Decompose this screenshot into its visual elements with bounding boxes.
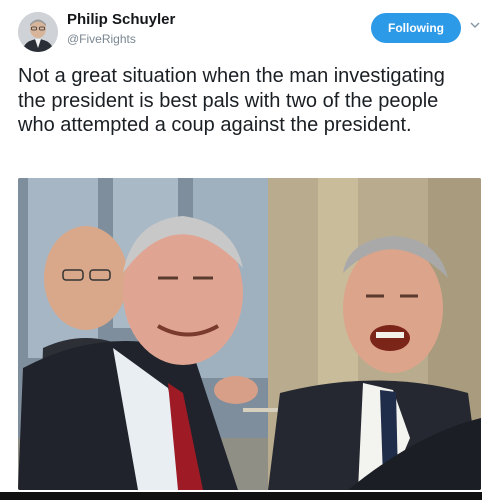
user-handle[interactable]: @FiveRights (67, 32, 136, 46)
avatar-image (18, 12, 58, 52)
following-button[interactable]: Following (371, 13, 461, 43)
bottom-edge (0, 492, 482, 500)
photo-image (18, 178, 481, 490)
tweet-text: Not a great situation when the man inves… (18, 65, 445, 136)
tweet-photo[interactable] (18, 178, 481, 490)
tweet-card: Philip Schuyler @FiveRights Following No… (0, 0, 482, 500)
chevron-down-icon[interactable] (470, 20, 480, 30)
display-name[interactable]: Philip Schuyler (67, 11, 175, 28)
profile-avatar[interactable] (18, 12, 58, 52)
